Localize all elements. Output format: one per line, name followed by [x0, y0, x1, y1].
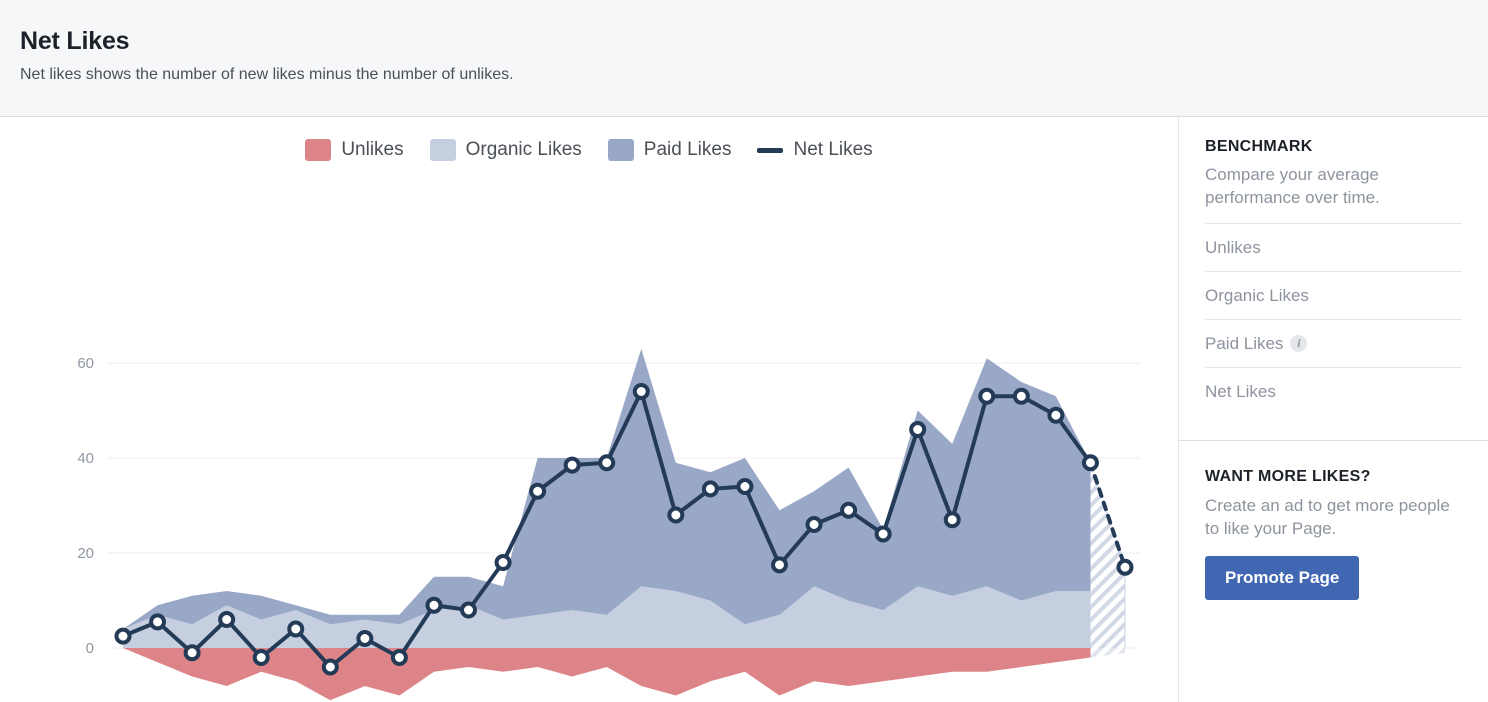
- panel-body: Unlikes Organic Likes Paid Likes Net Likes …: [0, 117, 1488, 702]
- y-axis-tick: 20: [77, 545, 94, 562]
- panel-header: Net Likes Net likes shows the number of …: [0, 0, 1488, 117]
- benchmark-title: BENCHMARK: [1205, 138, 1313, 155]
- data-point[interactable]: [632, 383, 650, 400]
- data-point[interactable]: [874, 525, 892, 543]
- y-axis-tick: 40: [77, 450, 94, 467]
- data-point[interactable]: [667, 506, 685, 524]
- benchmark-row-label: Organic Likes: [1205, 285, 1309, 305]
- page-subtitle: Net likes shows the number of new likes …: [20, 66, 514, 83]
- data-point[interactable]: [356, 630, 374, 647]
- data-point[interactable]: [460, 601, 478, 619]
- data-point[interactable]: [114, 627, 132, 645]
- data-point[interactable]: [183, 644, 201, 662]
- data-point[interactable]: [1081, 454, 1099, 472]
- data-point[interactable]: [563, 456, 581, 474]
- sidebar: BENCHMARK Compare your average performan…: [1178, 117, 1488, 702]
- data-point[interactable]: [943, 511, 961, 529]
- benchmark-row-paid-likes[interactable]: Paid Likes i: [1205, 319, 1462, 367]
- y-axis-tick: 60: [77, 355, 94, 372]
- area-unlikes: [123, 648, 1091, 701]
- net-likes-panel: Net Likes Net likes shows the number of …: [0, 0, 1488, 702]
- benchmark-row-label: Unlikes: [1205, 237, 1261, 257]
- data-point[interactable]: [770, 556, 788, 574]
- benchmark-row-unlikes[interactable]: Unlikes: [1205, 223, 1462, 271]
- data-point[interactable]: [218, 611, 236, 628]
- benchmark-row-label: Net Likes: [1205, 381, 1276, 401]
- promote-title: WANT MORE LIKES?: [1205, 468, 1371, 485]
- chart-pane: Unlikes Organic Likes Paid Likes Net Likes …: [0, 117, 1178, 702]
- data-point[interactable]: [736, 478, 754, 495]
- benchmark-card: BENCHMARK Compare your average performan…: [1179, 117, 1488, 415]
- data-point[interactable]: [805, 516, 823, 533]
- data-point[interactable]: [701, 480, 719, 498]
- benchmark-list: Unlikes Organic Likes Paid Likes i Net Likes: [1205, 223, 1462, 415]
- promote-subtitle: Create an ad to get more people to like …: [1205, 496, 1450, 538]
- promote-card: WANT MORE LIKES? Create an ad to get mor…: [1179, 440, 1488, 702]
- data-point[interactable]: [1116, 558, 1134, 576]
- benchmark-row-net-likes[interactable]: Net Likes: [1205, 367, 1462, 415]
- data-point[interactable]: [149, 613, 167, 631]
- data-point[interactable]: [840, 501, 858, 519]
- benchmark-subtitle: Compare your average performance over ti…: [1205, 165, 1380, 207]
- data-point[interactable]: [494, 554, 512, 571]
- net-likes-chart: 6040200-2007091113151719212325272903SEPO…: [77, 348, 1140, 701]
- benchmark-row-organic-likes[interactable]: Organic Likes: [1205, 271, 1462, 319]
- data-point[interactable]: [978, 387, 996, 405]
- data-point[interactable]: [321, 658, 339, 676]
- promote-page-button[interactable]: Promote Page: [1205, 556, 1360, 600]
- data-point[interactable]: [1012, 387, 1030, 405]
- data-point[interactable]: [529, 482, 547, 500]
- benchmark-row-label: Paid Likes: [1205, 333, 1284, 353]
- data-point[interactable]: [909, 421, 927, 438]
- page-title: Net Likes: [20, 27, 130, 55]
- data-point[interactable]: [425, 596, 443, 614]
- info-icon[interactable]: i: [1290, 335, 1308, 352]
- data-point[interactable]: [287, 620, 305, 638]
- data-point[interactable]: [598, 454, 616, 472]
- data-point[interactable]: [252, 649, 270, 666]
- y-axis-tick: 0: [86, 640, 94, 657]
- data-point[interactable]: [1047, 406, 1065, 424]
- chart-area: 6040200-2007091113151719212325272903SEPO…: [0, 117, 1178, 702]
- data-point[interactable]: [390, 649, 408, 666]
